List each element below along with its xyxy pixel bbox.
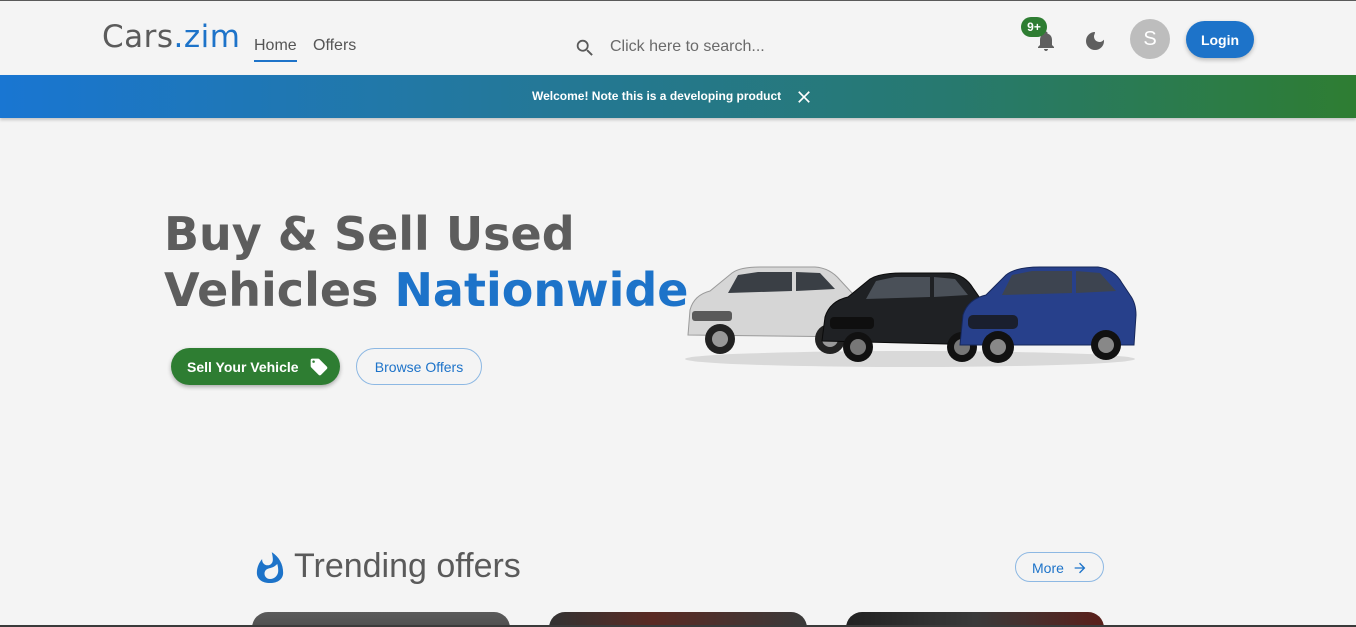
more-offers-button[interactable]: More [1015,552,1104,582]
more-label: More [1032,560,1064,576]
hero-cars-image [685,266,1137,367]
nav-offers[interactable]: Offers [313,37,356,55]
logo-main: Cars [102,19,174,55]
avatar[interactable]: S [1130,19,1170,59]
welcome-banner: Welcome! Note this is a developing produ… [0,75,1356,118]
browse-offers-button[interactable]: Browse Offers [356,348,482,385]
logo-accent: .zim [173,19,241,55]
banner-text: Welcome! Note this is a developing produ… [532,89,782,103]
login-button[interactable]: Login [1186,21,1254,58]
hero-title-line2: Vehicles [164,263,395,317]
nav-home[interactable]: Home [254,37,297,62]
banner-close-button[interactable] [794,87,814,107]
fire-icon [256,552,284,583]
theme-toggle-button[interactable] [1083,29,1107,53]
notification-badge: 9+ [1021,17,1047,37]
sell-vehicle-label: Sell Your Vehicle [187,359,299,375]
sell-vehicle-button[interactable]: Sell Your Vehicle [171,348,340,385]
hero-title: Buy & Sell Used Vehicles Nationwide [164,206,688,318]
logo[interactable]: Cars.zim [102,19,240,55]
blue-suv [959,266,1137,363]
hero-title-accent: Nationwide [394,263,689,317]
moon-icon [1086,32,1104,50]
search-icon [576,39,593,56]
search-bar[interactable] [574,35,934,61]
hero-title-line1: Buy & Sell Used [164,207,575,261]
tag-icon [310,358,328,376]
app-header: Cars.zim Home Offers 9+ S Login [0,1,1356,75]
search-input[interactable] [610,35,930,59]
close-icon [798,91,810,103]
trending-title: Trending offers [294,547,521,585]
arrow-right-icon [1074,562,1086,574]
